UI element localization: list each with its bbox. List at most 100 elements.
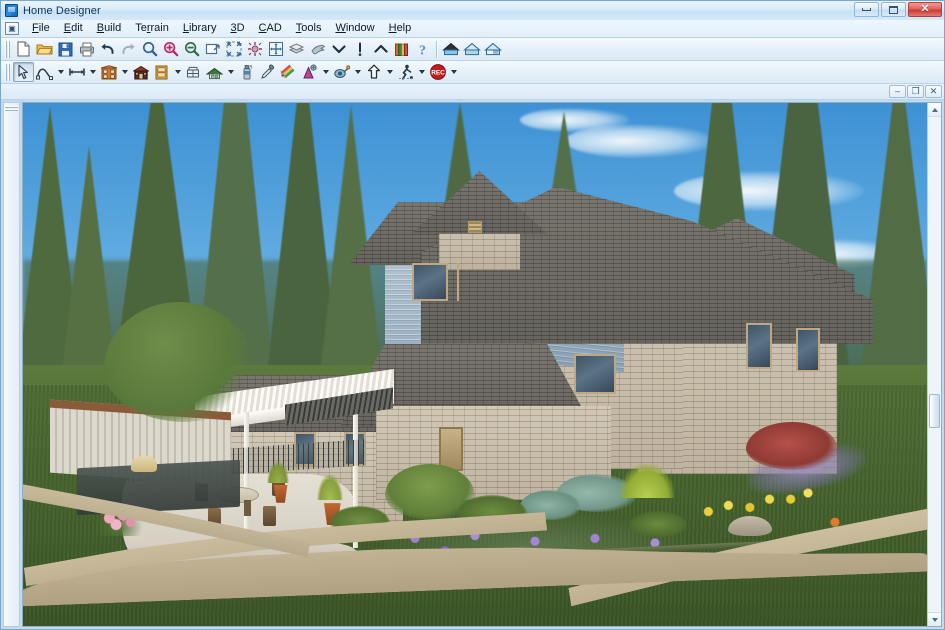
toolbar-separator [436,40,437,58]
ornamental-grass [619,463,674,498]
menu-item-help[interactable]: Help [382,21,419,36]
rendered-scene [23,103,927,626]
draw-curve-button[interactable] [34,62,55,82]
upper-window-mullion [456,262,459,301]
svg-text:?: ? [419,43,426,57]
foundation-button[interactable] [130,62,151,82]
menu-item-window[interactable]: Window [328,21,381,36]
maximize-button[interactable] [881,2,906,17]
scroll-down-arrow-icon[interactable] [928,612,941,626]
door-dropdown[interactable] [172,62,183,82]
open-plan-button[interactable] [34,39,55,59]
mdi-minimize-button[interactable]: – [889,85,906,98]
scrollbar-thumb[interactable] [929,394,940,429]
left-rail-gripper[interactable] [5,105,18,112]
mdi-restore-button[interactable]: ❐ [907,85,924,98]
app-logo-icon [5,4,18,17]
document-area [1,100,944,629]
landscape-boulder [728,516,773,537]
3d-render-viewport[interactable] [23,103,927,626]
door-button[interactable] [151,62,172,82]
walkthrough-dropdown[interactable] [416,62,427,82]
reference-display-button[interactable] [307,39,328,59]
draw-curve-dropdown[interactable] [55,62,66,82]
menu-item-library[interactable]: Library [176,21,224,36]
menu-item-cad[interactable]: CAD [252,21,289,36]
toolbar-secondary: REC [1,61,944,84]
vertical-scrollbar[interactable] [927,103,941,626]
zoom-out-button[interactable] [181,39,202,59]
scrollbar-track[interactable] [928,117,941,612]
color-pencils-button[interactable] [278,62,299,82]
exterior-wall-button[interactable] [98,62,119,82]
upper-window [411,262,448,301]
up-one-floor-button[interactable] [370,39,391,59]
green-shrub [628,510,687,537]
help-button[interactable]: ? [412,39,433,59]
save-plan-button[interactable] [55,39,76,59]
zoom-extents-button[interactable] [244,39,265,59]
grill-dome [131,456,158,473]
dimension-button[interactable] [66,62,87,82]
elevation-arrow-dropdown[interactable] [384,62,395,82]
full-overview-button[interactable] [440,39,461,59]
framing-overview-button[interactable] [461,39,482,59]
pergola-post [244,411,250,538]
undo-button[interactable] [97,39,118,59]
record-dropdown[interactable] [448,62,459,82]
window-button[interactable] [183,62,204,82]
roof-button[interactable] [204,62,225,82]
eyedropper-button[interactable] [257,62,278,82]
menu-item-3d[interactable]: 3D [223,21,251,36]
toolbar-gripper-secondary[interactable] [4,63,11,81]
exterior-wall-dropdown[interactable] [119,62,130,82]
planter-grass [316,474,343,501]
walkthrough-button[interactable] [395,62,416,82]
record-button[interactable]: REC [427,62,448,82]
select-objects-button[interactable] [13,62,34,82]
print-button[interactable] [76,39,97,59]
menu-item-file[interactable]: File [25,21,57,36]
menu-item-tools[interactable]: Tools [289,21,329,36]
menu-item-edit[interactable]: Edit [57,21,90,36]
new-plan-button[interactable] [13,39,34,59]
close-button[interactable]: ✕ [908,2,942,17]
paint-cone-button[interactable] [299,62,320,82]
right-window-tall-1 [746,322,773,369]
menu-item-terrain[interactable]: Terrain [128,21,176,36]
fill-window-button[interactable] [202,39,223,59]
fill-window-building-button[interactable] [223,39,244,59]
current-floor-button[interactable] [349,39,370,59]
conifer-tree [321,104,382,365]
zoom-in-button[interactable] [160,39,181,59]
zoom-button[interactable] [139,39,160,59]
svg-text:REC: REC [431,70,445,77]
camera-button[interactable] [331,62,352,82]
floor-down-button[interactable] [286,39,307,59]
down-one-floor-button[interactable] [328,39,349,59]
toolbar-primary: ? [1,38,944,61]
scroll-up-arrow-icon[interactable] [928,103,941,117]
toolbar-gripper[interactable] [4,40,11,58]
title-bar: Home Designer ✕ [1,1,944,20]
minimize-button[interactable] [854,2,879,17]
paint-cone-dropdown[interactable] [320,62,331,82]
elevation-arrow-button[interactable] [363,62,384,82]
spray-can-button[interactable] [236,62,257,82]
wall-elevation-button[interactable] [482,39,503,59]
roof-dropdown[interactable] [225,62,236,82]
mdi-close-button[interactable]: ✕ [925,85,942,98]
pan-button[interactable] [265,39,286,59]
library-browser-button[interactable] [391,39,412,59]
dimension-dropdown[interactable] [87,62,98,82]
right-window-tall-2 [795,327,820,372]
application-window: Home Designer ✕ ▣ File Edit Build Terrai… [0,0,945,630]
left-toolbar-rail[interactable] [3,102,20,627]
mdi-child-title-strip: – ❐ ✕ [1,84,944,100]
camera-dropdown[interactable] [352,62,363,82]
menu-bar: ▣ File Edit Build Terrain Library 3D CAD… [1,20,944,38]
document-system-menu-icon[interactable]: ▣ [5,22,19,35]
window-title: Home Designer [23,4,101,17]
menu-item-build[interactable]: Build [90,21,128,36]
redo-button[interactable] [118,39,139,59]
